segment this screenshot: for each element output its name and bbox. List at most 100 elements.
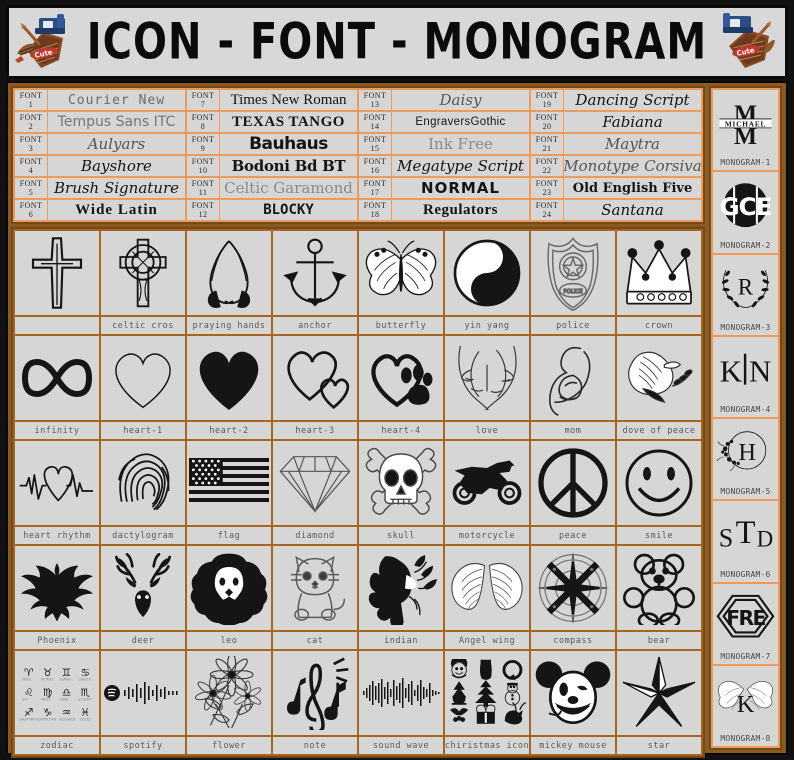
svg-text:K: K <box>720 354 742 389</box>
icon-cell[interactable]: crown <box>617 231 701 334</box>
font-number-value: 14 <box>370 122 380 131</box>
icon-cell[interactable]: yin yang <box>445 231 529 334</box>
font-name: Wide Latin <box>75 201 158 218</box>
svg-text:H: H <box>738 440 756 467</box>
font-number-value: 13 <box>370 100 380 109</box>
icon-cell[interactable]: heart-3 <box>273 336 357 439</box>
monogram-cell[interactable]: FRE MONOGRAM-7 <box>713 583 778 664</box>
icon-label: butterfly <box>359 315 443 334</box>
icon-cell[interactable]: POLICE police <box>531 231 615 334</box>
icon-cell[interactable]: motorcycle <box>445 441 529 544</box>
icon-cell[interactable] <box>15 231 99 334</box>
icon-cell[interactable]: heart-2 <box>187 336 271 439</box>
icon-cell[interactable]: mickey mouse <box>531 651 615 754</box>
monogram-cell[interactable]: M MICHAEL M MONOGRAM-1 <box>713 90 778 171</box>
icon-label: compass <box>531 630 615 649</box>
icon-cell[interactable]: spotify <box>101 651 185 754</box>
font-cell[interactable]: FONT 21 Maytra <box>531 134 701 154</box>
icon-cell[interactable]: Phoenix <box>15 546 99 649</box>
icon-cell[interactable]: dactylogram <box>101 441 185 544</box>
icon-cell[interactable]: love <box>445 336 529 439</box>
icon-cell[interactable]: deer <box>101 546 185 649</box>
font-cell[interactable]: FONT 12 BLOCKY <box>187 200 357 220</box>
icon-label: yin yang <box>445 315 529 334</box>
icon-cell[interactable]: sound wave <box>359 651 443 754</box>
monogram-cell[interactable]: R MONOGRAM-3 <box>713 254 778 335</box>
icon-cell[interactable]: smile <box>617 441 701 544</box>
icon-cell[interactable]: compass <box>531 546 615 649</box>
font-cell[interactable]: FONT 15 Ink Free <box>359 134 529 154</box>
icon-cell[interactable]: celtic cros <box>101 231 185 334</box>
icon-cell[interactable]: leo <box>187 546 271 649</box>
font-cell[interactable]: FONT 24 Santana <box>531 200 701 220</box>
left-column: FONT 1 Courier New FONT 2 Tempus Sans ITC FONT… <box>8 83 708 758</box>
font-number: FONT 16 <box>359 156 392 176</box>
icon-cell[interactable]: chiristmas icon <box>445 651 529 754</box>
monogram-cell[interactable]: K MONOGRAM-8 <box>713 665 778 746</box>
icon-cell[interactable]: Angel wing <box>445 546 529 649</box>
svg-text:CANCER: CANCER <box>78 677 92 681</box>
font-cell[interactable]: FONT 18 Regulators <box>359 200 529 220</box>
icon-cell[interactable]: praying hands <box>187 231 271 334</box>
icon-cell[interactable]: infinity <box>15 336 99 439</box>
monogram-cell[interactable]: GCE GCE MONOGRAM-2 <box>713 172 778 253</box>
font-cell[interactable]: FONT 14 EngraversGothic <box>359 112 529 132</box>
font-cell[interactable]: FONT 11 Celtic Garamond <box>187 178 357 198</box>
icon-cell[interactable]: ♈ ♉ ♊ ♋ ♌ ♍ ♎ ♏ ♐ ♑ ♒ ♓ ARIES TAURUS GEMINI CANCER L… <box>15 651 99 754</box>
icon-cell[interactable]: heart rhythm <box>15 441 99 544</box>
font-cell[interactable]: FONT 7 Times New Roman <box>187 90 357 110</box>
font-name: Ink Free <box>428 135 493 153</box>
font-cell[interactable]: FONT 9 Bauhaus <box>187 134 357 154</box>
font-column: FONT 1 Courier New FONT 2 Tempus Sans ITC FONT… <box>15 90 185 220</box>
font-cell[interactable]: FONT 17 NORMAL <box>359 178 529 198</box>
native-chief-icon <box>359 546 443 630</box>
monogram-cell[interactable]: H MONOGRAM-5 <box>713 419 778 500</box>
font-name: Aulyars <box>87 135 146 153</box>
svg-text:ARIES: ARIES <box>22 677 31 681</box>
font-name: Fabiana <box>602 113 663 131</box>
icon-cell[interactable]: dove of peace <box>617 336 701 439</box>
font-cell[interactable]: FONT 4 Bayshore <box>15 156 185 176</box>
icon-cell[interactable]: flower <box>187 651 271 754</box>
icon-cell[interactable]: anchor <box>273 231 357 334</box>
font-cell[interactable]: FONT 23 Old English Five <box>531 178 701 198</box>
font-cell[interactable]: FONT 19 Dancing Script <box>531 90 701 110</box>
icon-cell[interactable]: peace <box>531 441 615 544</box>
font-column: FONT 7 Times New Roman FONT 8 TEXAS TANGO FONT… <box>187 90 357 220</box>
svg-text:VIRGO: VIRGO <box>41 697 51 701</box>
font-cell[interactable]: FONT 2 Tempus Sans ITC <box>15 112 185 132</box>
icon-cell[interactable]: mom <box>531 336 615 439</box>
font-number: FONT 24 <box>531 200 564 220</box>
icon-label: dactylogram <box>101 525 185 544</box>
monogram-cell[interactable]: S T D MONOGRAM-6 <box>713 501 778 582</box>
monogram-cell[interactable]: K N MONOGRAM-4 <box>713 336 778 417</box>
font-number: FONT 15 <box>359 134 392 154</box>
icon-cell[interactable]: diamond <box>273 441 357 544</box>
font-cell[interactable]: FONT 1 Courier New <box>15 90 185 110</box>
font-cell[interactable]: FONT 22 Monotype Corsiva <box>531 156 701 176</box>
yin-yang-icon <box>445 231 529 315</box>
font-cell[interactable]: FONT 6 Wide Latin <box>15 200 185 220</box>
font-cell[interactable]: FONT 20 Fabiana <box>531 112 701 132</box>
icon-cell[interactable]: cat <box>273 546 357 649</box>
icon-cell[interactable]: note <box>273 651 357 754</box>
icon-cell[interactable]: skull <box>359 441 443 544</box>
heartbeat-line-icon <box>15 441 99 525</box>
icon-cell[interactable]: bear <box>617 546 701 649</box>
icon-cell[interactable]: heart-1 <box>101 336 185 439</box>
font-cell[interactable]: FONT 3 Aulyars <box>15 134 185 154</box>
font-cell[interactable]: FONT 13 Daisy <box>359 90 529 110</box>
icon-cell[interactable]: heart-4 <box>359 336 443 439</box>
font-cell[interactable]: FONT 16 Megatype Script <box>359 156 529 176</box>
font-cell[interactable]: FONT 8 TEXAS TANGO <box>187 112 357 132</box>
icon-cell[interactable]: flag <box>187 441 271 544</box>
icon-cell[interactable]: butterfly <box>359 231 443 334</box>
font-number-value: 23 <box>542 188 552 197</box>
font-cell[interactable]: FONT 5 Brush Signature <box>15 178 185 198</box>
icon-cell[interactable]: indian <box>359 546 443 649</box>
heart-outline-icon <box>101 336 185 420</box>
icon-label: indian <box>359 630 443 649</box>
font-cell[interactable]: FONT 10 Bodoni Bd BT <box>187 156 357 176</box>
font-number-prefix: FONT <box>535 200 559 210</box>
icon-cell[interactable]: star <box>617 651 701 754</box>
